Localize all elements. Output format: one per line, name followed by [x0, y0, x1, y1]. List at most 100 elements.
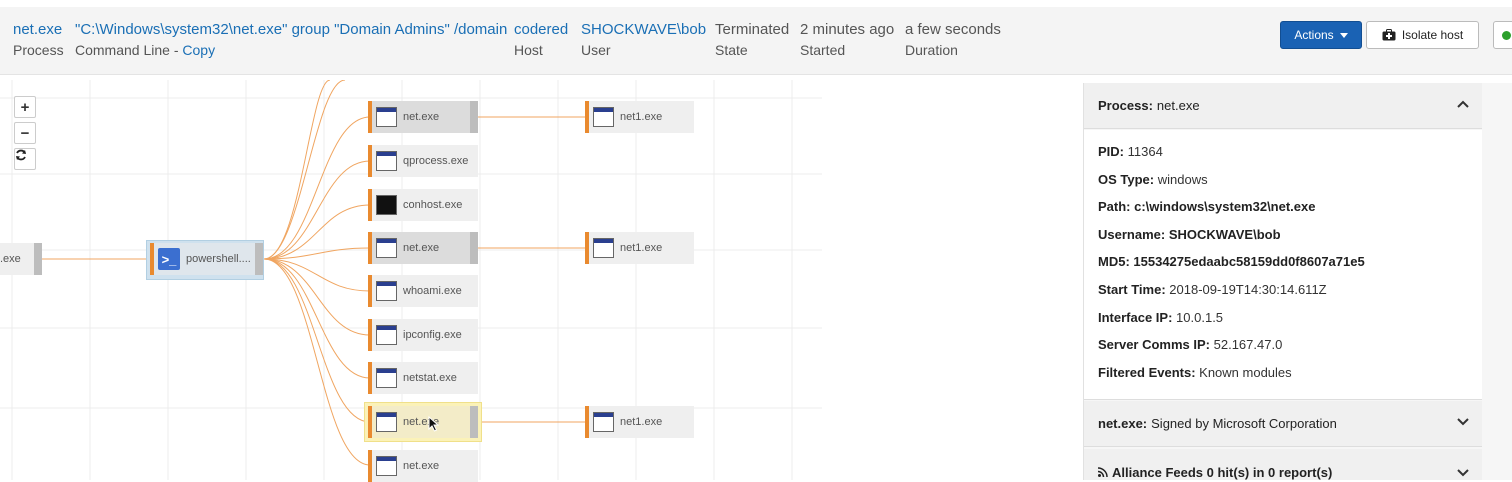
graph-canvas: [0, 80, 822, 480]
detail-username: Username: SHOCKWAVE\bob: [1098, 227, 1281, 242]
host-label: Host: [514, 42, 543, 58]
refresh-icon: [16, 149, 26, 161]
window-icon: [593, 238, 614, 258]
duration-label: Duration: [905, 42, 958, 58]
isolate-host-button[interactable]: Isolate host: [1366, 21, 1479, 49]
duration-value: a few seconds: [905, 21, 1001, 38]
host-link[interactable]: codered: [514, 21, 568, 39]
graph-edges: [40, 80, 588, 466]
window-icon: [376, 281, 397, 301]
process-node-net[interactable]: net.exe: [368, 450, 478, 482]
actions-label: Actions: [1294, 28, 1334, 42]
node-collapse-handle[interactable]: [34, 243, 42, 275]
started-label: Started: [800, 42, 846, 58]
node-collapse-handle[interactable]: [470, 101, 478, 133]
detail-pid: PID: 11364: [1098, 144, 1163, 159]
state-value: Terminated: [715, 21, 790, 38]
process-label: Process: [13, 42, 64, 58]
window-icon: [376, 325, 397, 345]
details-panel: Process: net.exe PID: 11364 OS Type: win…: [1083, 83, 1483, 480]
command-line-field: "C:\Windows\system32\net.exe" group "Dom…: [75, 21, 507, 59]
started-field: 2 minutes ago Started: [800, 21, 894, 59]
process-header-bar: net.exe Process "C:\Windows\system32\net…: [0, 7, 1512, 75]
caret-down-icon: [1339, 32, 1348, 38]
process-node-net[interactable]: net.exe: [368, 406, 478, 438]
process-details: PID: 11364 OS Type: windows Path: c:\win…: [1084, 130, 1483, 400]
rss-icon: [1098, 467, 1108, 477]
feeds-section-header[interactable]: Alliance Feeds 0 hit(s) in 0 report(s): [1084, 449, 1483, 480]
powershell-icon: >_: [158, 248, 180, 270]
host-field: codered Host: [514, 21, 568, 59]
detail-filtered-events: Filtered Events: Known modules: [1098, 365, 1292, 380]
node-collapse-handle[interactable]: [255, 243, 263, 275]
window-icon: [376, 151, 397, 171]
process-node-whoami[interactable]: whoami.exe: [368, 275, 478, 307]
window-icon: [593, 107, 614, 127]
node-label: .exe: [0, 253, 21, 265]
process-node-net[interactable]: net.exe: [368, 232, 478, 264]
refresh-button[interactable]: [14, 148, 36, 170]
feeds-label: Alliance Feeds 0 hit(s) in 0 report(s): [1112, 465, 1333, 480]
copy-link[interactable]: Copy: [182, 42, 215, 58]
command-line-link[interactable]: "C:\Windows\system32\net.exe" group "Dom…: [75, 21, 507, 39]
panel-scrollbar[interactable]: [1482, 83, 1512, 480]
detail-md5: MD5: 15534275edaabc58159dd0f8607a71e5: [1098, 254, 1365, 269]
node-label: qprocess.exe: [403, 155, 469, 167]
chevron-up-icon: [1457, 100, 1469, 108]
state-field: Terminated State: [715, 21, 789, 59]
node-label: net1.exe: [620, 416, 663, 428]
process-tree-graph[interactable]: + − .exe >_ powershell.... net.exe qproc…: [0, 80, 1080, 482]
node-label: netstat.exe: [403, 372, 457, 384]
status-button[interactable]: [1493, 21, 1512, 49]
window-icon: [376, 412, 397, 432]
detail-server-comms-ip: Server Comms IP: 52.167.47.0: [1098, 337, 1283, 352]
process-node-qprocess[interactable]: qprocess.exe: [368, 145, 478, 177]
duration-field: a few seconds Duration: [905, 21, 1001, 59]
process-section-header[interactable]: Process: net.exe: [1084, 83, 1483, 129]
node-collapse-handle[interactable]: [470, 232, 478, 264]
window-icon: [376, 107, 397, 127]
detail-os-type: OS Type: windows: [1098, 172, 1208, 187]
process-node-parent[interactable]: .exe: [0, 243, 42, 275]
terminal-icon: [376, 195, 397, 215]
window-icon: [376, 238, 397, 258]
zoom-in-button[interactable]: +: [14, 96, 36, 118]
process-node-net[interactable]: net.exe: [368, 101, 478, 133]
signed-value: Signed by Microsoft Corporation: [1151, 416, 1337, 431]
process-node-netstat[interactable]: netstat.exe: [368, 362, 478, 394]
process-node-net1[interactable]: net1.exe: [585, 406, 694, 438]
node-collapse-handle[interactable]: [470, 406, 478, 438]
command-line-label: Command Line -: [75, 42, 183, 58]
status-dot-icon: [1502, 31, 1511, 40]
medkit-icon: [1382, 29, 1396, 41]
window-icon: [593, 412, 614, 432]
node-label: whoami.exe: [403, 285, 462, 297]
window-icon: [376, 456, 397, 476]
signature-section-header[interactable]: net.exe: Signed by Microsoft Corporation: [1084, 401, 1483, 447]
process-name-link[interactable]: net.exe: [13, 21, 64, 39]
node-label: net.exe: [403, 242, 440, 254]
detail-interface-ip: Interface IP: 10.0.1.5: [1098, 310, 1224, 325]
isolate-host-label: Isolate host: [1401, 28, 1464, 42]
process-node-powershell[interactable]: >_ powershell....: [150, 243, 263, 275]
chevron-down-icon: [1457, 469, 1469, 477]
node-label: net.exe: [403, 111, 440, 123]
started-value: 2 minutes ago: [800, 21, 895, 38]
signed-key: net.exe:: [1098, 416, 1148, 431]
detail-path: Path: c:\windows\system32\net.exe: [1098, 199, 1316, 214]
user-link[interactable]: SHOCKWAVE\bob: [581, 21, 706, 39]
user-field: SHOCKWAVE\bob User: [581, 21, 706, 59]
node-label: conhost.exe: [403, 199, 463, 211]
process-node-ipconfig[interactable]: ipconfig.exe: [368, 319, 478, 351]
process-node-conhost[interactable]: conhost.exe: [368, 189, 478, 221]
node-label: net1.exe: [620, 111, 663, 123]
process-node-net1[interactable]: net1.exe: [585, 232, 694, 264]
process-node-net1[interactable]: net1.exe: [585, 101, 694, 133]
node-label: net.exe: [403, 460, 440, 472]
actions-button[interactable]: Actions: [1280, 21, 1362, 49]
node-label: ipconfig.exe: [403, 329, 462, 341]
node-label: net1.exe: [620, 242, 663, 254]
chevron-down-icon: [1457, 418, 1469, 426]
process-field: net.exe Process: [13, 21, 64, 59]
zoom-out-button[interactable]: −: [14, 122, 36, 144]
